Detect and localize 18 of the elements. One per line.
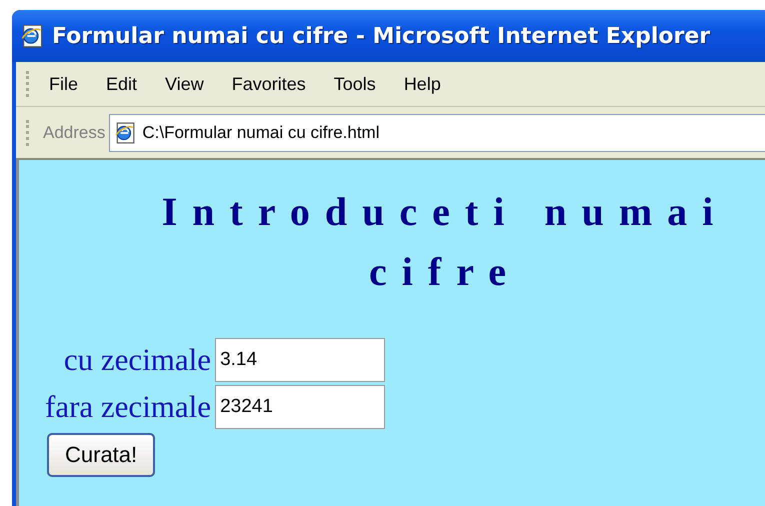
number-input[interactable]: 3.14	[215, 338, 386, 382]
menu-item[interactable]: Tools	[324, 70, 394, 98]
internet-explorer-icon	[20, 24, 44, 48]
menu-item[interactable]: File	[39, 70, 96, 98]
number-input[interactable]: 23241	[215, 385, 386, 429]
field-label: cu zecimale	[62, 342, 212, 378]
address-label: Address	[43, 122, 106, 142]
page-heading: Introduceti numai cifre	[160, 188, 730, 296]
address-field[interactable]: C:\Formular numai cu cifre.html	[109, 114, 765, 152]
menu-item[interactable]: Edit	[96, 70, 156, 98]
window-title: Formular numai cu cifre - Microsoft Internet Explorer	[52, 24, 710, 48]
menu-item[interactable]: Favorites	[222, 70, 324, 98]
internet-explorer-icon	[114, 122, 136, 144]
clear-button[interactable]: Curata!	[47, 433, 156, 477]
menu-item[interactable]: Help	[394, 70, 459, 98]
menu-item[interactable]: View	[155, 70, 222, 98]
address-text: C:\Formular numai cu cifre.html	[142, 122, 380, 142]
field-label: fara zecimale	[45, 389, 212, 425]
